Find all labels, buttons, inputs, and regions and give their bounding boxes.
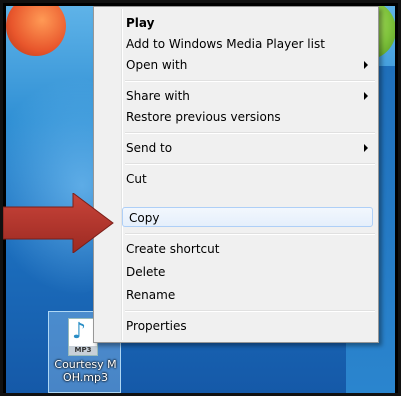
menu-item-label: Create shortcut xyxy=(126,242,220,256)
red-arrow-icon xyxy=(3,193,114,253)
menu-item-label: Open with xyxy=(126,58,188,72)
windows-logo-red-pane xyxy=(6,6,66,56)
music-note-icon: ♪ xyxy=(72,319,87,344)
menu-separator xyxy=(125,233,375,235)
menu-item-rename[interactable]: Rename xyxy=(120,285,374,305)
menu-item-share-with[interactable]: Share with xyxy=(120,86,374,106)
menu-item-cut[interactable]: Cut xyxy=(120,169,374,189)
menu-item-label: Copy xyxy=(129,211,160,225)
menu-separator xyxy=(125,310,375,312)
menu-item-add-to-wmp-list[interactable]: Add to Windows Media Player list xyxy=(120,34,374,54)
menu-separator xyxy=(125,132,375,134)
menu-separator xyxy=(125,163,375,165)
menu-item-copy[interactable]: Copy xyxy=(122,207,373,227)
menu-item-delete[interactable]: Delete xyxy=(120,262,374,282)
menu-item-properties[interactable]: Properties xyxy=(120,316,374,336)
menu-item-play[interactable]: Play xyxy=(120,13,374,33)
submenu-arrow-icon xyxy=(364,61,368,69)
menu-item-label: Cut xyxy=(126,172,147,186)
context-menu: Play Add to Windows Media Player list Op… xyxy=(93,6,379,343)
menu-separator xyxy=(125,80,375,82)
submenu-arrow-icon xyxy=(364,144,368,152)
menu-item-create-shortcut[interactable]: Create shortcut xyxy=(120,239,374,259)
menu-item-label: Properties xyxy=(126,319,187,333)
menu-item-label: Add to Windows Media Player list xyxy=(126,37,325,51)
file-type-tag: MP3 xyxy=(69,346,97,355)
menu-item-label: Play xyxy=(126,16,155,30)
menu-item-label: Send to xyxy=(126,141,173,155)
menu-item-open-with[interactable]: Open with xyxy=(120,55,374,75)
submenu-arrow-icon xyxy=(364,92,368,100)
file-name-label: Courtesy M OH.mp3 xyxy=(54,358,117,384)
screenshot-frame: ♪ MP3 Courtesy M OH.mp3 Play Add to Wind… xyxy=(0,0,401,396)
menu-item-label: Rename xyxy=(126,288,176,302)
menu-item-restore-previous-versions[interactable]: Restore previous versions xyxy=(120,107,374,127)
menu-item-send-to[interactable]: Send to xyxy=(120,138,374,158)
menu-item-label: Restore previous versions xyxy=(126,110,281,124)
menu-item-label: Delete xyxy=(126,265,166,279)
menu-item-label: Share with xyxy=(126,89,190,103)
